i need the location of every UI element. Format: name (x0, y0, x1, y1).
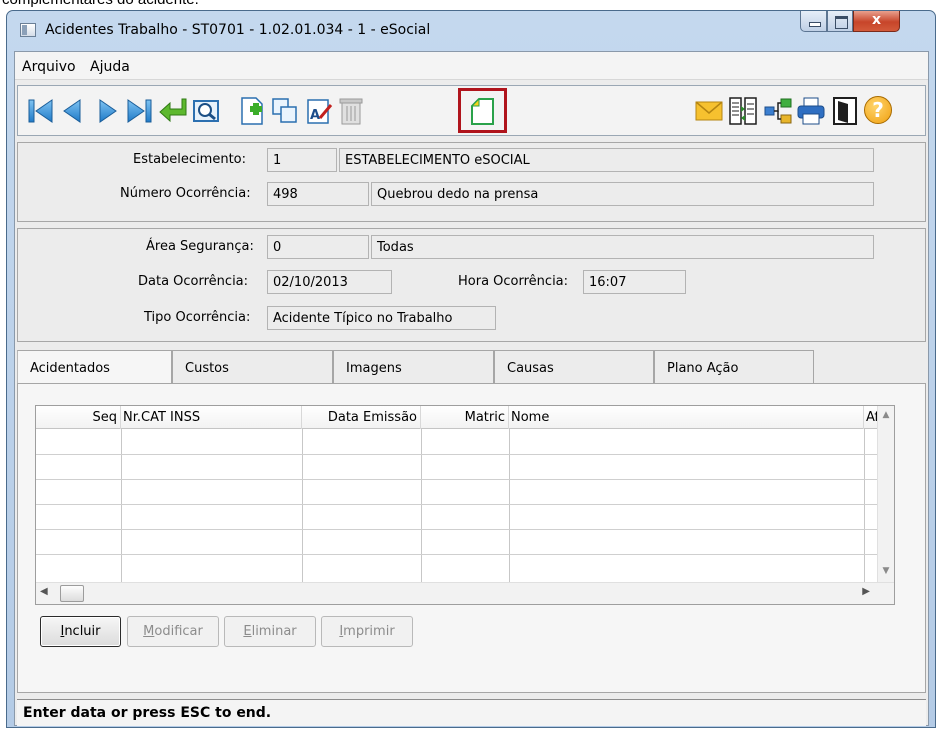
delete-icon[interactable] (336, 96, 366, 126)
grid-divider (121, 429, 122, 582)
caption-text: complementares do acidente. (2, 0, 199, 8)
exit-icon[interactable] (830, 96, 860, 126)
grid-divider (302, 429, 303, 582)
menu-arquivo[interactable]: Arquivo (22, 59, 76, 75)
highlight-box (458, 88, 507, 133)
application-window: Acidentes Trabalho - ST0701 - 1.02.01.03… (6, 10, 936, 728)
grid-row-line (36, 479, 894, 480)
minimize-button[interactable] (800, 11, 827, 32)
next-record-icon[interactable] (92, 96, 122, 126)
numero-ocorrencia-field[interactable]: 498 (267, 182, 369, 206)
horizontal-scrollbar[interactable]: ◀ ▶ (36, 582, 894, 604)
column-header-data-emissao[interactable]: Data Emissão (302, 406, 421, 429)
tab-plano-acao[interactable]: Plano Ação (654, 350, 814, 384)
numero-ocorrencia-label: Número Ocorrência: (120, 186, 251, 201)
tree-icon[interactable] (763, 96, 793, 126)
eliminar-label: liminar (251, 624, 297, 639)
close-icon: x (871, 12, 882, 28)
grid-row-line (36, 554, 894, 555)
last-record-icon[interactable] (125, 96, 155, 126)
column-header-nr-cat-inss[interactable]: Nr.CAT INSS (121, 406, 302, 429)
modificar-label: odificar (154, 624, 203, 639)
menu-bar: Arquivo Ajuda (15, 52, 928, 80)
svg-text:A: A (310, 108, 320, 123)
toolbar: A ? (17, 85, 926, 136)
columns-icon[interactable] (728, 96, 758, 126)
email-icon[interactable] (694, 96, 724, 126)
data-ocorrencia-label: Data Ocorrência: (138, 274, 249, 289)
scroll-down-icon[interactable]: ▼ (878, 566, 894, 576)
estabelecimento-name-field[interactable]: ESTABELECIMENTO eSOCIAL (339, 148, 874, 172)
edit-icon[interactable]: A (304, 96, 334, 126)
scroll-right-icon[interactable]: ▶ (862, 586, 870, 597)
accidents-grid[interactable]: Seq Nr.CAT INSS Data Emissão Matric Nome… (35, 405, 895, 605)
acidentados-panel: Seq Nr.CAT INSS Data Emissão Matric Nome… (17, 383, 926, 693)
copy-icon[interactable] (270, 96, 300, 126)
grid-row-line (36, 454, 894, 455)
column-header-matric[interactable]: Matric (421, 406, 509, 429)
eliminar-accel: E (243, 624, 252, 639)
status-bar: Enter data or press ESC to end. (17, 699, 926, 726)
app-icon[interactable] (20, 23, 36, 37)
grid-header: Seq Nr.CAT INSS Data Emissão Matric Nome… (36, 406, 894, 429)
estabelecimento-label: Estabelecimento: (133, 152, 247, 167)
hora-ocorrencia-label: Hora Ocorrência: (458, 274, 569, 289)
incluir-button[interactable]: Incluir (40, 616, 121, 647)
grid-row-line (36, 504, 894, 505)
eliminar-button[interactable]: Eliminar (224, 616, 316, 647)
grid-divider (421, 429, 422, 582)
area-seguranca-code-field[interactable]: 0 (267, 235, 369, 259)
print-icon[interactable] (796, 96, 826, 126)
header-panel: Estabelecimento: 1 ESTABELECIMENTO eSOCI… (17, 142, 926, 222)
tipo-ocorrencia-field[interactable]: Acidente Típico no Trabalho (267, 306, 496, 330)
go-to-icon[interactable] (158, 96, 188, 126)
menu-ajuda[interactable]: Ajuda (90, 59, 130, 75)
details-panel: Área Segurança: 0 Todas Data Ocorrência:… (17, 228, 926, 342)
imprimir-button[interactable]: Imprimir (321, 616, 413, 647)
window-title: Acidentes Trabalho - ST0701 - 1.02.01.03… (45, 22, 431, 38)
area-seguranca-label: Área Segurança: (146, 239, 254, 254)
tab-custos[interactable]: Custos (172, 350, 333, 384)
scroll-left-icon[interactable]: ◀ (40, 586, 48, 597)
new-record-icon[interactable] (237, 96, 267, 126)
column-header-nome[interactable]: Nome (509, 406, 864, 429)
tab-strip: Acidentados Custos Imagens Causas Plano … (17, 350, 926, 384)
first-record-icon[interactable] (26, 96, 56, 126)
tab-causas[interactable]: Causas (494, 350, 654, 384)
grid-row-line (36, 529, 894, 530)
vertical-scrollbar[interactable]: ▲ ▼ (877, 406, 894, 584)
scroll-up-icon[interactable]: ▲ (878, 410, 894, 420)
estabelecimento-code-field[interactable]: 1 (267, 148, 337, 172)
incluir-label: ncluir (64, 624, 101, 639)
close-button[interactable]: x (853, 11, 900, 32)
modificar-button[interactable]: Modificar (127, 616, 219, 647)
maximize-button[interactable] (827, 11, 853, 32)
ocorrencia-description-field[interactable]: Quebrou dedo na prensa (371, 182, 874, 206)
tipo-ocorrencia-label: Tipo Ocorrência: (144, 310, 251, 325)
grid-divider (864, 429, 865, 582)
previous-record-icon[interactable] (58, 96, 88, 126)
modificar-accel: M (143, 624, 155, 639)
scroll-thumb[interactable] (60, 585, 84, 602)
hora-ocorrencia-field[interactable]: 16:07 (583, 270, 686, 294)
grid-divider (509, 429, 510, 582)
client-area: Arquivo Ajuda A ? Estabelecimento: 1 EST… (14, 51, 929, 726)
tab-acidentados[interactable]: Acidentados (17, 350, 172, 384)
search-icon[interactable] (191, 96, 221, 126)
title-bar[interactable]: Acidentes Trabalho - ST0701 - 1.02.01.03… (7, 11, 935, 51)
data-ocorrencia-field[interactable]: 02/10/2013 (267, 270, 392, 294)
tab-imagens[interactable]: Imagens (333, 350, 494, 384)
area-seguranca-name-field[interactable]: Todas (371, 235, 874, 259)
imprimir-label: mprimir (343, 624, 395, 639)
column-header-seq[interactable]: Seq (36, 406, 121, 429)
help-icon[interactable]: ? (864, 96, 892, 124)
